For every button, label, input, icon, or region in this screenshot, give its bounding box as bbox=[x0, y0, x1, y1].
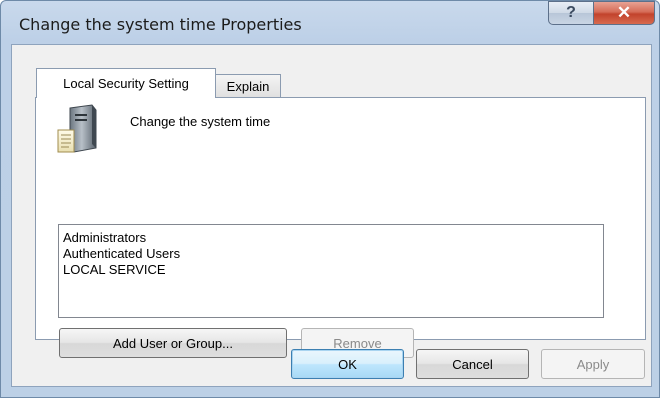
tab-local-security-setting[interactable]: Local Security Setting bbox=[36, 68, 216, 98]
close-button[interactable]: ✕ bbox=[593, 1, 655, 25]
list-item[interactable]: LOCAL SERVICE bbox=[63, 262, 603, 278]
tab-label: Local Security Setting bbox=[63, 76, 189, 91]
list-item[interactable]: Administrators bbox=[63, 230, 603, 246]
help-button[interactable]: ? bbox=[548, 1, 594, 25]
window-title: Change the system time Properties bbox=[19, 15, 302, 34]
ok-button[interactable]: OK bbox=[291, 349, 404, 379]
cancel-button[interactable]: Cancel bbox=[416, 349, 529, 379]
apply-button[interactable]: Apply bbox=[541, 349, 645, 379]
button-label: OK bbox=[338, 356, 357, 372]
button-label: Cancel bbox=[452, 356, 493, 372]
properties-window: Change the system time Properties ? ✕ Lo… bbox=[0, 0, 660, 398]
dialog-client-area: Local Security Setting Explain Change th… bbox=[11, 44, 652, 387]
close-icon: ✕ bbox=[616, 3, 632, 22]
tab-panel: Change the system time Administrators Au… bbox=[35, 97, 646, 358]
add-user-or-group-button[interactable]: Add User or Group... bbox=[59, 328, 287, 358]
button-label: Apply bbox=[576, 356, 610, 372]
tab-explain[interactable]: Explain bbox=[215, 74, 281, 98]
list-item[interactable]: Authenticated Users bbox=[63, 246, 603, 262]
title-bar[interactable]: Change the system time Properties ? ✕ bbox=[1, 1, 659, 43]
button-label: Add User or Group... bbox=[113, 335, 233, 351]
principals-listbox[interactable]: Administrators Authenticated Users LOCAL… bbox=[58, 224, 604, 318]
help-icon: ? bbox=[566, 4, 576, 21]
policy-name: Change the system time bbox=[130, 114, 271, 129]
tab-label: Explain bbox=[226, 79, 270, 94]
computer-tower-icon bbox=[57, 104, 97, 153]
